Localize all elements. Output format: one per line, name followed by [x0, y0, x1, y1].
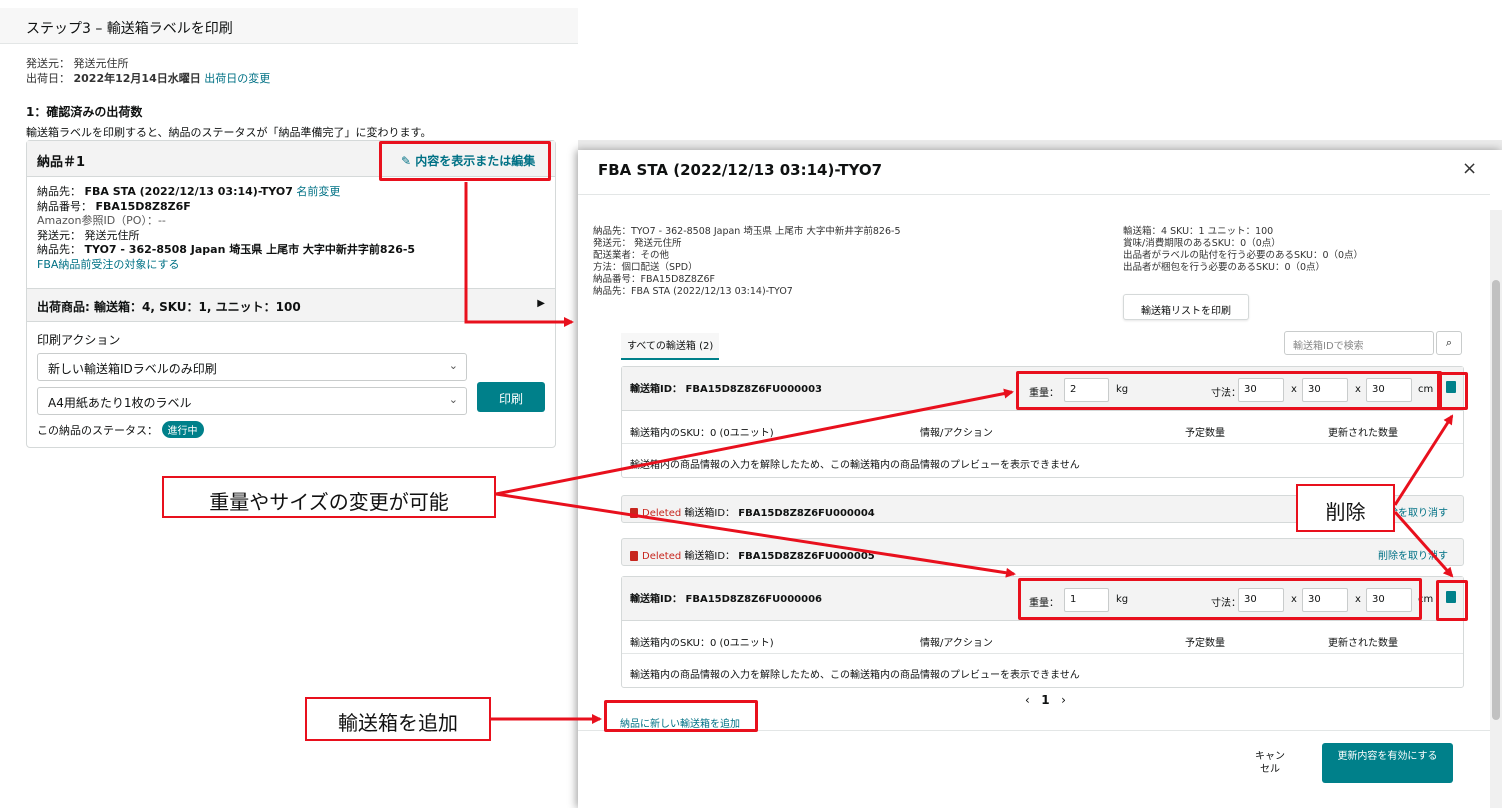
arrow-to-modal — [464, 182, 574, 327]
arrow-to-box2-delete — [1393, 511, 1454, 578]
arrow-to-box1-delete — [1393, 414, 1454, 506]
arrow-to-box2-dims — [495, 492, 1016, 578]
arrow-to-box1-dims — [495, 388, 1014, 496]
annotation-arrows — [464, 182, 1454, 724]
